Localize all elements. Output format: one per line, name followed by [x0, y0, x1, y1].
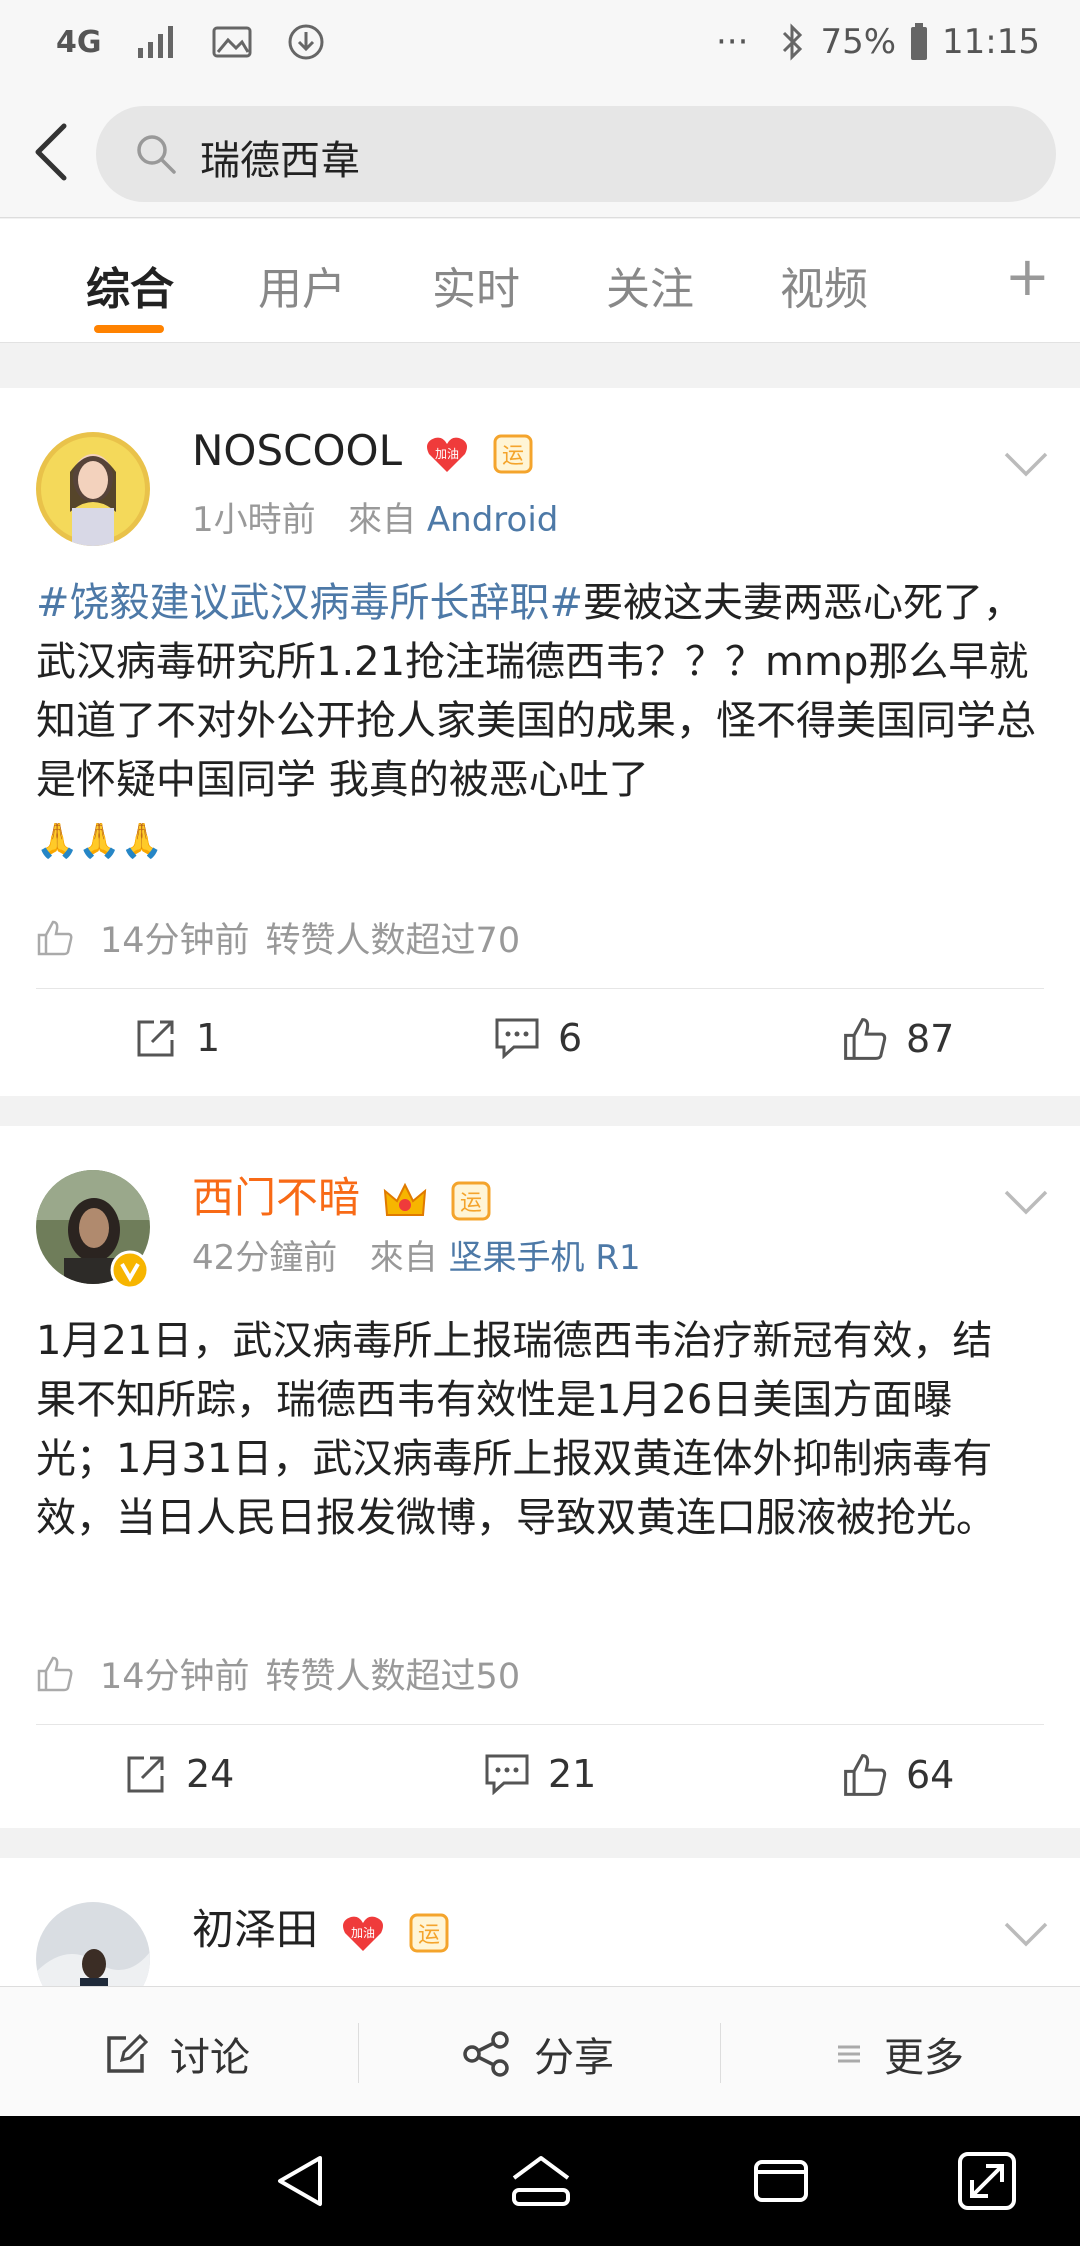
bluetooth-icon: [783, 23, 803, 61]
active-tab-indicator: [94, 325, 164, 333]
post-card: 西门不暗 运 42分鐘前 來自 坚果手机 R1 1月21日，武汉病毒所上报瑞德西…: [0, 1126, 1080, 1828]
thumbs-up-icon: [37, 920, 73, 955]
yun-badge-icon: 运: [409, 1913, 449, 1952]
chevron-down-icon[interactable]: [1002, 1188, 1050, 1218]
network-indicator: 4G: [56, 24, 102, 60]
yun-badge-icon: 运: [493, 434, 533, 473]
username[interactable]: 西门不暗 运: [192, 1164, 491, 1225]
svg-text:加油: 加油: [435, 447, 459, 461]
battery-percent: 75%: [820, 22, 897, 62]
divider: [358, 2023, 359, 2083]
share-button[interactable]: 24: [124, 1752, 234, 1796]
share-nodes-icon: [463, 2031, 509, 2077]
post-meta: 42分鐘前 來自 坚果手机 R1: [192, 1238, 641, 1278]
nav-home-icon[interactable]: [508, 2148, 574, 2214]
search-input[interactable]: 瑞德西韋: [96, 106, 1056, 202]
chevron-down-icon[interactable]: [1002, 450, 1050, 480]
post-meta: 1小時前 來自 Android: [192, 500, 559, 540]
thumbs-up-icon: [844, 1018, 887, 1060]
post-text: #饶毅建议武汉病毒所长辞职#要被这夫妻两恶心死了，武汉病毒研究所1.21抢注瑞德…: [36, 580, 1036, 861]
share-icon: [137, 1020, 174, 1057]
source-link[interactable]: 坚果手机 R1: [449, 1238, 641, 1278]
thumbs-up-icon: [844, 1754, 887, 1796]
tab-bar: 综合 用户 实时 关注 视频 +: [0, 219, 1080, 343]
svg-text:加油: 加油: [351, 1926, 375, 1940]
share-button[interactable]: 1: [134, 1016, 220, 1060]
username[interactable]: 初泽田 加油 运: [192, 1896, 449, 1957]
heart-badge-icon: 加油: [427, 437, 468, 472]
post-text: 1月21日，武汉病毒所上报瑞德西韦治疗新冠有效，结果不知所踪，瑞德西韦有效性是1…: [36, 1318, 996, 1541]
tab-video[interactable]: 视频: [780, 253, 868, 317]
tab-comprehensive[interactable]: 综合: [86, 253, 174, 317]
battery-icon: [911, 23, 928, 60]
back-arrow-icon[interactable]: [26, 120, 76, 184]
svg-text:运: 运: [460, 1191, 482, 1216]
divider: [720, 2023, 721, 2083]
image-icon: [212, 26, 251, 58]
like-button[interactable]: 87: [842, 1016, 954, 1062]
bottom-action-bar: 讨论 分享 更多: [0, 1986, 1080, 2116]
thumbs-up-icon: [37, 1656, 73, 1691]
tab-realtime[interactable]: 实时: [432, 253, 520, 317]
search-query: 瑞德西韋: [200, 138, 360, 184]
discuss-button[interactable]: 讨论: [104, 2025, 250, 2083]
share-bar-button[interactable]: 分享: [462, 2025, 614, 2083]
comment-icon: [495, 1018, 539, 1059]
avatar[interactable]: [36, 432, 150, 546]
divider: [36, 1724, 1044, 1725]
svg-text:运: 运: [502, 444, 524, 469]
search-icon: [137, 135, 176, 174]
comment-button[interactable]: 6: [494, 1016, 582, 1060]
tab-following[interactable]: 关注: [606, 253, 694, 317]
emoji: 🙏🙏🙏: [36, 821, 164, 861]
chevron-down-icon[interactable]: [1002, 1920, 1050, 1950]
svg-text:运: 运: [418, 1923, 440, 1948]
comment-button[interactable]: 21: [484, 1752, 596, 1796]
topic-link[interactable]: #饶毅建议武汉病毒所长辞职#: [36, 580, 583, 626]
menu-icon: [838, 2045, 860, 2063]
share-icon: [127, 1756, 164, 1793]
add-tab-button[interactable]: +: [1005, 250, 1050, 304]
like-button[interactable]: 64: [842, 1752, 954, 1798]
source-link[interactable]: Android: [427, 500, 558, 540]
search-header: 瑞德西韋: [0, 90, 1080, 218]
system-navigation-bar: [0, 2116, 1080, 2246]
more-button[interactable]: 更多: [836, 2025, 964, 2083]
more-dots: ···: [716, 22, 749, 62]
yun-badge-icon: 运: [451, 1181, 491, 1220]
comment-icon: [485, 1754, 529, 1795]
divider: [36, 988, 1044, 989]
post-card: NOSCOOL 加油 运 1小時前 來自 Android #饶毅建议武汉病毒所长…: [0, 388, 1080, 1096]
clock: 11:15: [942, 22, 1040, 62]
nav-expand-icon[interactable]: [954, 2148, 1020, 2214]
like-note: 14分钟前 转赞人数超过70: [36, 912, 520, 963]
download-icon: [288, 24, 323, 60]
edit-icon: [107, 2033, 148, 2073]
signal-icon: [137, 26, 173, 58]
status-bar: 4G ··· 75% 11:15: [0, 0, 1080, 90]
nav-back-icon[interactable]: [268, 2148, 334, 2214]
verified-badge-icon: [110, 1250, 150, 1290]
like-note: 14分钟前 转赞人数超过50: [36, 1648, 520, 1699]
nav-recents-icon[interactable]: [748, 2148, 814, 2214]
username[interactable]: NOSCOOL 加油 运: [192, 426, 533, 475]
heart-badge-icon: 加油: [343, 1916, 384, 1951]
crown-badge-icon: [384, 1182, 427, 1216]
tab-users[interactable]: 用户: [258, 253, 346, 317]
